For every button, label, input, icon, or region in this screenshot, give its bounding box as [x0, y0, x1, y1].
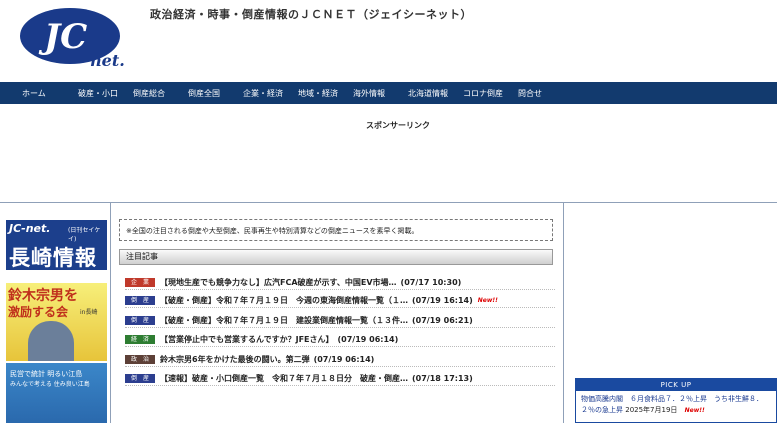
- suzuki-banner-line2: 激励する会: [8, 305, 69, 319]
- category-badge: 倒 産: [125, 295, 155, 305]
- article-title[interactable]: 【破産・倒産】令和７年７月１９日 今週の東海倒産情報一覧（１…: [160, 295, 408, 306]
- nav-item-corona-bankruptcy[interactable]: コロナ倒産: [463, 88, 503, 99]
- pickup-box: PICK UP 物価高騰内閣 ６月食料品７．２％上昇 うち非生鮮８．２％の急上昇…: [575, 378, 777, 423]
- category-badge: 倒 産: [125, 315, 155, 325]
- site-title: 政治経済・時事・倒産情報のＪＣＮＥＴ（ジェイシーネット）: [150, 8, 472, 21]
- main-content: ※全国の注目される倒産や大型倒産、民事再生や特別清算などの倒産ニュースを素早く掲…: [111, 203, 564, 423]
- logo-text: JC: [38, 17, 87, 57]
- nav-item-bankruptcy-small[interactable]: 破産・小口: [78, 88, 118, 99]
- article-date: (07/19 06:21): [412, 315, 473, 325]
- sponsor-area: スポンサーリンク: [0, 104, 777, 203]
- logo-sub-text: net.: [90, 51, 125, 70]
- article-row[interactable]: 政 治鈴木宗男6年をかけた最後の闘い。第二弾 (07/19 06:14): [125, 352, 555, 367]
- nagasaki-banner-title: 長崎情報: [9, 246, 97, 270]
- pickup-new-badge: New!!: [684, 407, 705, 414]
- article-title[interactable]: 【速報】破産・小口倒産一覧 令和７年７月１８日分 破産・倒産…: [160, 373, 408, 384]
- suzuki-banner[interactable]: 鈴木宗男を 激励する会 in長崎: [6, 283, 107, 361]
- nav-item-corporate-economy[interactable]: 企業・経済: [243, 88, 283, 99]
- new-badge: New!!: [477, 296, 498, 304]
- ejima-banner[interactable]: 民営で統計 明るい江島 みんなで考える 住み良い江島: [6, 363, 107, 423]
- site-logo[interactable]: JC net.: [18, 6, 136, 70]
- suzuki-portrait: [28, 321, 74, 361]
- suzuki-banner-region: in長崎: [80, 309, 98, 316]
- nav-item-hokkaido[interactable]: 北海道情報: [408, 88, 448, 99]
- nagasaki-banner-sub: (日刊セイケイ): [68, 227, 101, 243]
- nav-item-bankruptcy-general[interactable]: 倒産総合: [133, 88, 165, 99]
- category-badge: 企 業: [125, 277, 155, 287]
- nagasaki-banner-logo: JC-net.: [9, 222, 51, 235]
- article-row[interactable]: 企 業【現地生産でも競争力なし】広汽FCA破産が示す、中国EV市場… (07/17…: [125, 275, 555, 290]
- pickup-article-date: 2025年7月19日: [625, 406, 678, 414]
- nav-item-overseas[interactable]: 海外情報: [353, 88, 385, 99]
- article-title[interactable]: 【破産・倒産】令和７年７月１９日 建設業倒産情報一覧（１３件…: [160, 315, 408, 326]
- ejima-banner-line2: みんなで考える 住み良い江島: [10, 381, 90, 388]
- pickup-article[interactable]: 物価高騰内閣 ６月食料品７．２％上昇 うち非生鮮８．２％の急上昇 2025年7月…: [576, 391, 776, 419]
- nav-item-bankruptcy-national[interactable]: 倒産全国: [188, 88, 220, 99]
- category-badge: 政 治: [125, 354, 155, 364]
- section-title: 注目記事: [119, 249, 553, 265]
- site-header: JC net. 政治経済・時事・倒産情報のＪＣＮＥＴ（ジェイシーネット）: [0, 0, 777, 83]
- article-row[interactable]: 倒 産【破産・倒産】令和７年７月１９日 今週の東海倒産情報一覧（１… (07/19…: [125, 293, 555, 308]
- article-row[interactable]: 倒 産【速報】破産・小口倒産一覧 令和７年７月１８日分 破産・倒産… (07/18…: [125, 371, 555, 386]
- suzuki-banner-line1: 鈴木宗男を: [8, 288, 78, 304]
- nagasaki-banner[interactable]: JC-net. (日刊セイケイ) 長崎情報: [6, 220, 107, 270]
- article-date: (07/18 17:13): [412, 373, 473, 383]
- article-date: (07/19 06:14): [313, 354, 375, 364]
- notice-box: ※全国の注目される倒産や大型倒産、民事再生や特別清算などの倒産ニュースを素早く掲…: [119, 219, 553, 241]
- ejima-banner-line1: 民営で統計 明るい江島: [10, 370, 83, 378]
- article-title[interactable]: 鈴木宗男6年をかけた最後の闘い。第二弾: [160, 354, 310, 365]
- category-badge: 倒 産: [125, 373, 155, 383]
- nav-item-home[interactable]: ホーム: [22, 88, 46, 99]
- article-row[interactable]: 倒 産【破産・倒産】令和７年７月１９日 建設業倒産情報一覧（１３件… (07/19…: [125, 313, 555, 328]
- article-date: (07/17 10:30): [400, 277, 462, 287]
- article-title[interactable]: 【現地生産でも競争力なし】広汽FCA破産が示す、中国EV市場…: [160, 277, 397, 288]
- main-nav: ホーム 破産・小口 倒産総合 倒産全国 企業・経済 地域・経済 海外情報 北海道…: [0, 82, 777, 104]
- article-title[interactable]: 【営業停止中でも営業するんですか？JFEさん】: [160, 334, 334, 345]
- article-row[interactable]: 経 済【営業停止中でも営業するんですか？JFEさん】 (07/19 06:14): [125, 332, 555, 347]
- nav-item-regional-economy[interactable]: 地域・経済: [298, 88, 338, 99]
- left-sidebar: JC-net. (日刊セイケイ) 長崎情報 鈴木宗男を 激励する会 in長崎 民…: [0, 203, 111, 423]
- article-date: (07/19 16:14): [412, 295, 473, 305]
- article-date: (07/19 06:14): [337, 334, 399, 344]
- sponsor-label: スポンサーリンク: [366, 121, 430, 130]
- category-badge: 経 済: [125, 334, 155, 344]
- nav-item-contact[interactable]: 問合せ: [518, 88, 542, 99]
- pickup-title: PICK UP: [576, 379, 776, 391]
